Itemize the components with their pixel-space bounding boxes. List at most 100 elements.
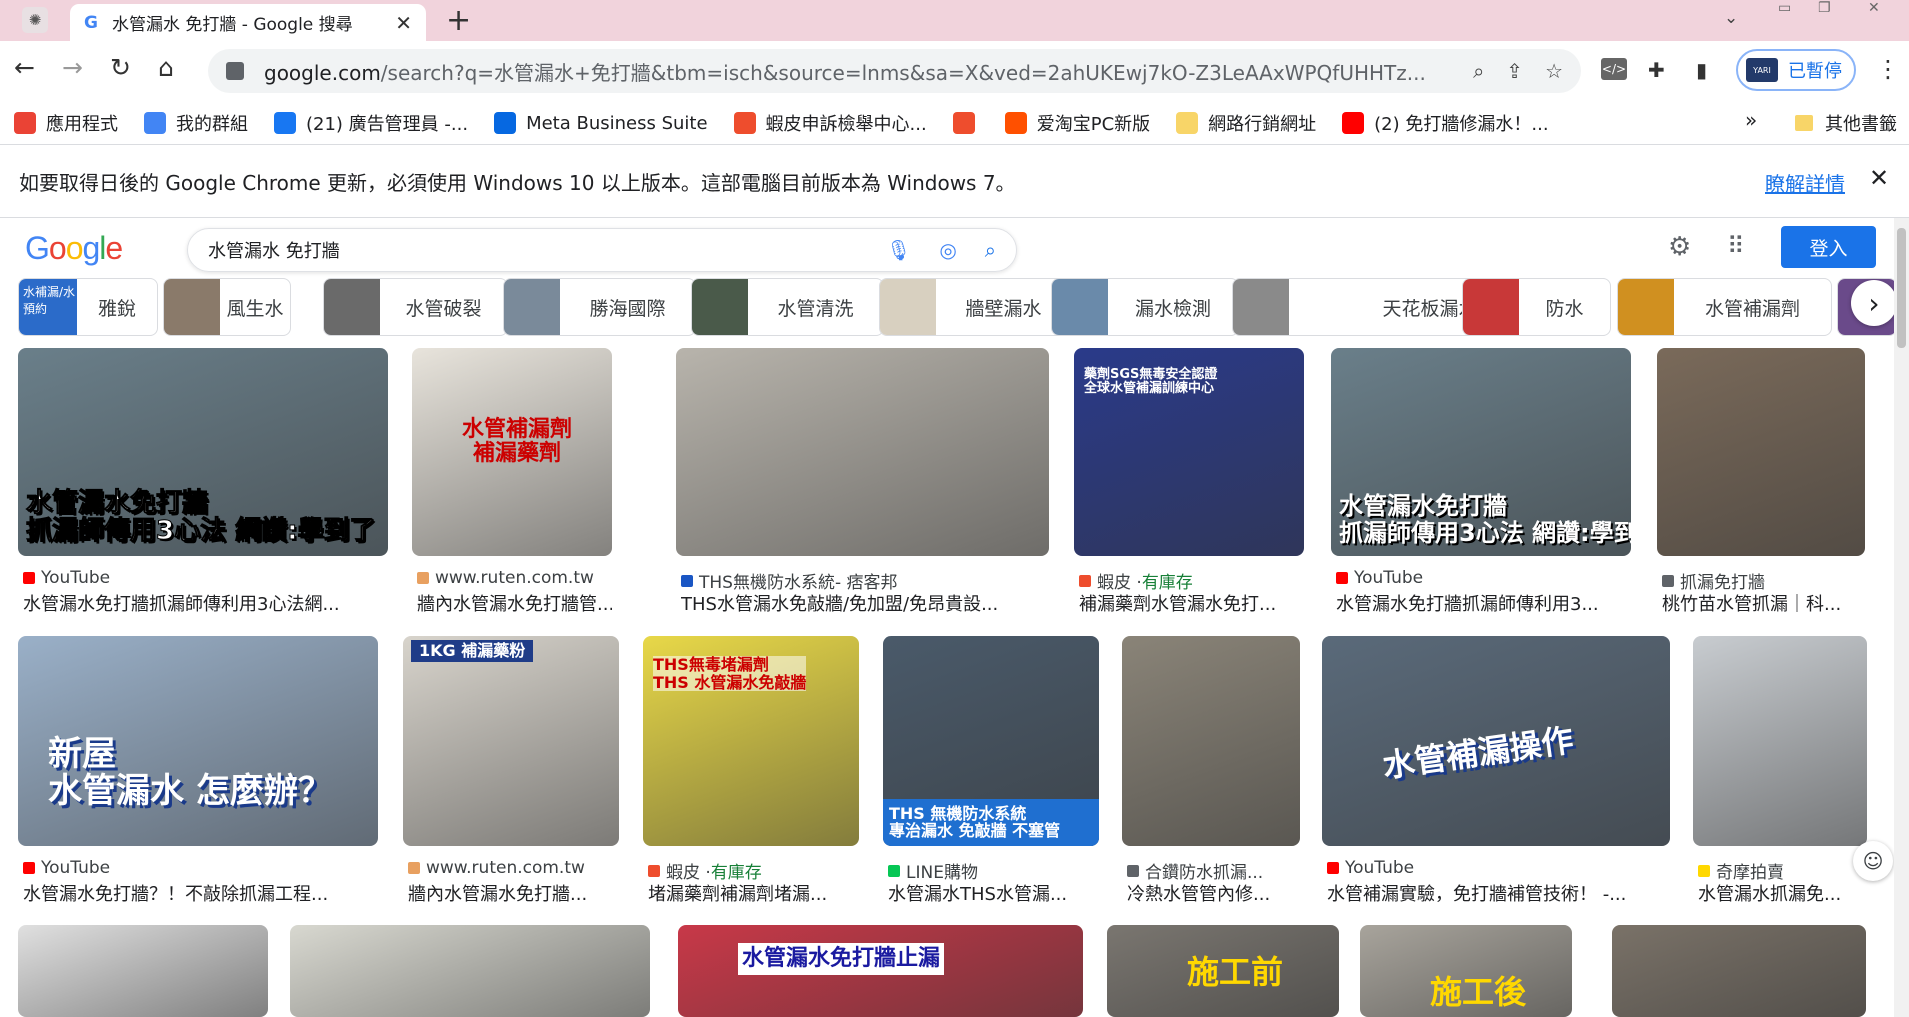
bookmark-item[interactable]: 爱淘宝PC新版 <box>1004 110 1150 136</box>
share-icon[interactable]: ⇪ <box>1506 59 1523 83</box>
source-name: www.ruten.com.tw <box>426 858 585 878</box>
result-thumbnail[interactable] <box>1693 636 1867 846</box>
chip-4[interactable]: 勝海國際 <box>503 278 696 336</box>
restore-icon[interactable]: ❐ <box>1818 0 1831 20</box>
result-thumbnail[interactable]: 1KG 補漏藥粉 <box>403 636 619 846</box>
search-box[interactable]: 水管漏水 免打牆 🎙 ◎ ⌕ <box>187 228 1017 272</box>
result-source[interactable]: YouTube <box>1336 568 1423 588</box>
result-thumbnail[interactable]: 水管漏水免打牆 抓漏師傳用3心法 網讚:學到了 <box>18 348 388 556</box>
result-title[interactable]: 牆內水管漏水免打牆管... <box>417 590 612 616</box>
result-source[interactable]: YouTube <box>1327 858 1414 878</box>
result-title[interactable]: 補漏藥劑水管漏水免打... <box>1079 590 1304 616</box>
lock-icon[interactable] <box>226 62 244 80</box>
reload-icon[interactable]: ↻ <box>110 53 131 82</box>
page-scrollbar[interactable] <box>1894 218 1909 1017</box>
scrollbar-thumb[interactable] <box>1897 228 1906 348</box>
close-tab-icon[interactable]: ✕ <box>395 11 412 35</box>
assistant-icon[interactable]: ☺ <box>1853 841 1893 881</box>
chip-1[interactable]: 水補漏/水 預約 雅銳 <box>18 278 158 336</box>
code-extension-icon[interactable]: </> <box>1601 58 1627 80</box>
settings-gear-icon[interactable]: ⚙ <box>1668 232 1691 262</box>
result-thumbnail[interactable] <box>676 348 1049 556</box>
result-thumbnail[interactable]: 水管漏水免打牆 抓漏師傳用3心法 網讚:學到了 <box>1331 348 1631 556</box>
bookmarks-overflow-icon[interactable]: » <box>1745 108 1757 132</box>
result-thumbnail[interactable] <box>1122 636 1300 846</box>
result-title[interactable]: 水管漏水THS水管漏... <box>888 880 1099 906</box>
microphone-icon[interactable]: 🎙 <box>886 238 911 262</box>
minimize-icon[interactable]: ▭ <box>1778 0 1791 20</box>
back-arrow-icon[interactable]: ← <box>14 53 35 82</box>
lens-camera-icon[interactable]: ◎ <box>939 238 956 262</box>
source-name: YouTube <box>1345 858 1415 878</box>
chatgpt-tab-icon[interactable]: ✺ <box>22 7 48 33</box>
url-text[interactable]: google.com/search?q=水管漏水+免打牆&tbm=isch&so… <box>264 57 1451 86</box>
result-thumbnail[interactable] <box>1657 348 1865 556</box>
result-thumbnail[interactable] <box>18 925 268 1017</box>
search-input[interactable]: 水管漏水 免打牆 <box>208 237 858 263</box>
address-bar[interactable]: google.com/search?q=水管漏水+免打牆&tbm=isch&so… <box>208 49 1581 93</box>
puzzle-extensions-icon[interactable]: ✚ <box>1648 58 1665 82</box>
bookmark-item[interactable]: (21) 廣告管理員 -... <box>274 110 468 136</box>
result-thumbnail[interactable]: 新屋 水管漏水 怎麼辦？ <box>18 636 378 846</box>
search-icon[interactable]: ⌕ <box>985 238 996 262</box>
result-thumbnail[interactable]: 水管補漏操作 <box>1322 636 1670 846</box>
learn-more-link[interactable]: 瞭解詳情 <box>1765 168 1845 197</box>
result-thumbnail[interactable]: 施工前 <box>1107 925 1339 1017</box>
chip-5[interactable]: 水管清洗 <box>691 278 884 336</box>
chip-3[interactable]: 水管破裂 <box>323 278 508 336</box>
bookmark-item[interactable]: 蝦皮申訴檢舉中心... <box>733 110 927 136</box>
kebab-menu-icon[interactable]: ⋮ <box>1876 55 1900 83</box>
google-apps-icon[interactable]: ⠿ <box>1727 232 1745 260</box>
chip-thumbnail <box>1052 279 1108 335</box>
chip-6[interactable]: 牆壁漏水 <box>879 278 1072 336</box>
forward-arrow-icon[interactable]: → <box>62 53 83 82</box>
profile-button[interactable]: YARI 已暫停 <box>1736 49 1856 91</box>
result-thumbnail[interactable] <box>1612 925 1866 1017</box>
google-logo[interactable]: Google <box>25 230 123 267</box>
result-source[interactable]: YouTube <box>23 568 110 588</box>
result-title[interactable]: 牆內水管漏水免打牆... <box>408 880 619 906</box>
chip-10[interactable]: 水管補漏劑 <box>1617 278 1832 336</box>
result-thumbnail[interactable]: 水管補漏劑 補漏藥劑 <box>412 348 612 556</box>
result-title[interactable]: 水管漏水免打牆？！不敲除抓漏工程... <box>23 880 378 906</box>
chip-7[interactable]: 漏水檢測 <box>1051 278 1239 336</box>
thumbnail-text: 水管漏水免打牆 抓漏師傳用3心法 網讚:學到了 <box>1339 492 1631 547</box>
bookmark-item[interactable] <box>952 112 985 134</box>
result-source[interactable]: www.ruten.com.tw <box>408 858 585 878</box>
result-thumbnail[interactable]: THS 無機防水系統 專治漏水 免敲牆 不塞管 <box>883 636 1099 846</box>
chip-9[interactable]: 防水 <box>1462 278 1611 336</box>
result-thumbnail[interactable]: 藥劑SGS無毒安全認證 全球水管補漏訓練中心 <box>1074 348 1304 556</box>
tab-search-chevron-icon[interactable]: ⌄ <box>1724 8 1738 28</box>
window-close-icon[interactable]: ✕ <box>1868 0 1880 20</box>
result-source[interactable]: www.ruten.com.tw <box>417 568 594 588</box>
bookmark-item[interactable]: 我的群組 <box>144 110 248 136</box>
result-title[interactable]: 冷熱水管管內修... <box>1127 880 1300 906</box>
result-source[interactable]: YouTube <box>23 858 110 878</box>
bookmark-item[interactable]: Meta Business Suite <box>494 112 708 134</box>
chevron-right-icon[interactable]: › <box>1851 280 1897 326</box>
result-title[interactable]: 水管漏水免打牆抓漏師傳利用3... <box>1336 590 1631 616</box>
result-thumbnail[interactable] <box>290 925 650 1017</box>
infobar-close-icon[interactable]: ✕ <box>1869 164 1889 192</box>
chip-2[interactable]: 風生水 <box>163 278 291 336</box>
result-thumbnail[interactable]: 水管漏水免打牆止漏 <box>678 925 1083 1017</box>
bookmark-item[interactable]: 網路行銷網址 <box>1176 110 1316 136</box>
result-title[interactable]: 水管漏水抓漏免... <box>1698 880 1867 906</box>
result-title[interactable]: 水管漏水免打牆抓漏師傳利用3心法網... <box>23 590 388 616</box>
active-tab[interactable]: G 水管漏水 免打牆 - Google 搜尋 ✕ <box>70 4 426 41</box>
bookmark-item[interactable]: (2) 免打牆修漏水！... <box>1342 110 1549 136</box>
result-title[interactable]: 堵漏藥劑補漏劑堵漏... <box>648 880 859 906</box>
signin-button[interactable]: 登入 <box>1781 226 1876 268</box>
result-title[interactable]: 水管補漏實驗，免打牆補管技術！ -... <box>1327 880 1670 906</box>
result-title[interactable]: THS水管漏水免敲牆/免加盟/免昂貴設... <box>681 590 1049 616</box>
new-tab-icon[interactable]: + <box>446 3 471 38</box>
result-title[interactable]: 桃竹苗水管抓漏｜科... <box>1662 590 1865 616</box>
zoom-search-icon[interactable]: ⌕ <box>1473 59 1484 83</box>
bookmark-item[interactable]: 應用程式 <box>14 110 118 136</box>
other-bookmarks[interactable]: 其他書籤 <box>1795 102 1897 144</box>
bookmark-star-icon[interactable]: ☆ <box>1545 59 1563 83</box>
result-thumbnail[interactable]: 施工後 <box>1360 925 1572 1017</box>
home-icon[interactable]: ⌂ <box>158 53 174 82</box>
side-panel-icon[interactable]: ▮ <box>1696 58 1707 82</box>
result-thumbnail[interactable]: THS無毒堵漏劑 THS 水管漏水免敲牆 <box>643 636 859 846</box>
